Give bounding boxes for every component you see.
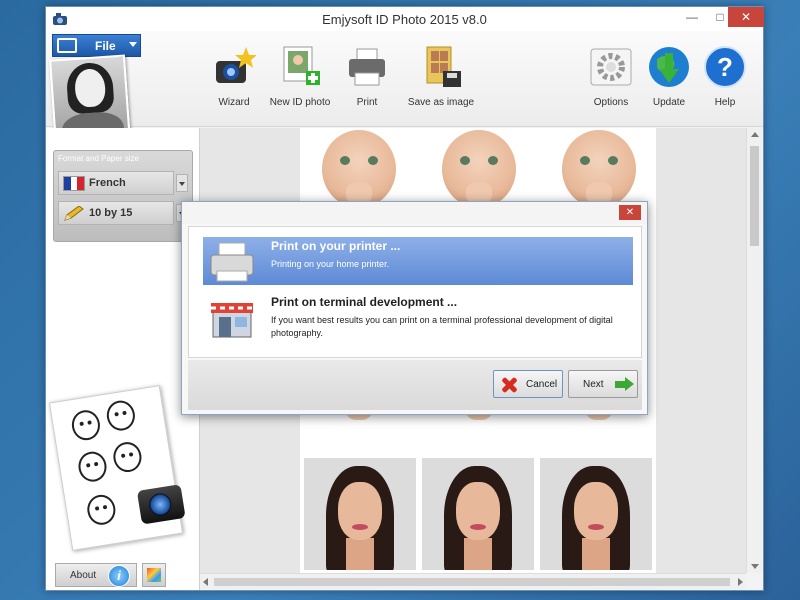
cancel-label: Cancel (526, 379, 558, 390)
paper-size-value: 10 by 15 (89, 207, 133, 219)
wizard-camera-icon (216, 47, 257, 83)
printer-icon (349, 48, 385, 86)
next-label: Next (583, 379, 604, 390)
woman-photo (304, 458, 416, 570)
print-button[interactable]: Print (332, 45, 402, 108)
about-button[interactable]: About i (55, 563, 137, 587)
format-panel-title: Format and Paper size (58, 154, 139, 163)
file-icon (57, 38, 77, 53)
cartoon-face (69, 408, 103, 443)
scroll-thumb[interactable] (750, 146, 759, 246)
woman-photo (422, 458, 534, 570)
id-photo-illustration (48, 385, 186, 551)
color-palette-button[interactable] (142, 563, 166, 587)
woman-photo (540, 458, 652, 570)
file-menu-label: File (95, 39, 116, 53)
baby-photo (552, 130, 646, 206)
scroll-right-icon[interactable] (738, 578, 743, 586)
dialog-close-button[interactable]: ✕ (619, 205, 641, 220)
print-option-home-printer[interactable]: Print on your printer ... Printing on yo… (203, 237, 633, 285)
cancel-button[interactable]: Cancel (493, 370, 563, 398)
gear-icon (590, 48, 632, 86)
new-id-photo-label: New ID photo (269, 97, 331, 108)
horizontal-scrollbar[interactable] (200, 573, 746, 589)
arrow-right-icon (615, 377, 635, 392)
help-button[interactable]: ? Help (690, 45, 760, 108)
file-menu-button[interactable]: File (52, 34, 141, 57)
svg-text:?: ? (717, 52, 733, 82)
print-option-description: If you want best results you can print o… (271, 315, 613, 338)
window-title: Emjysoft ID Photo 2015 v8.0 (322, 12, 487, 27)
print-option-title: Print on your printer ... (271, 239, 401, 253)
left-sidebar: Format and Paper size French 10 by 15 Ab… (46, 128, 200, 590)
scroll-up-icon[interactable] (751, 132, 759, 137)
scroll-thumb[interactable] (214, 578, 730, 586)
cartoon-face (76, 449, 109, 484)
country-select-value: French (89, 177, 126, 189)
country-select[interactable]: French (58, 171, 174, 195)
cartoon-face (111, 440, 144, 475)
minimize-button[interactable]: — (678, 7, 706, 27)
baby-photo (432, 130, 526, 206)
new-id-photo-button[interactable]: New ID photo (265, 45, 335, 108)
format-panel: Format and Paper size French 10 by 15 (53, 150, 193, 242)
baby-photo (312, 130, 406, 206)
about-label: About (70, 570, 97, 581)
new-photo-icon (283, 46, 320, 85)
scroll-left-icon[interactable] (203, 578, 208, 586)
help-icon: ? (704, 46, 746, 88)
french-flag-icon (63, 176, 85, 191)
home-printer-icon (210, 242, 254, 282)
chevron-down-icon (129, 42, 137, 47)
save-image-icon (426, 46, 461, 87)
pencil-icon (64, 206, 84, 221)
print-option-description: Printing on your home printer. (271, 259, 390, 269)
close-button[interactable]: ✕ (728, 7, 764, 27)
print-label: Print (356, 97, 378, 108)
palette-icon (147, 568, 161, 582)
globe-update-icon (649, 47, 689, 87)
info-icon: i (108, 565, 130, 587)
shop-icon (211, 303, 253, 338)
camera-icon (136, 484, 186, 525)
vertical-scrollbar[interactable] (746, 128, 762, 573)
save-as-image-button[interactable]: Save as image (406, 45, 476, 108)
dialog-footer: Cancel Next (188, 360, 642, 410)
cartoon-face (85, 492, 118, 527)
cancel-x-icon (500, 376, 518, 394)
save-as-image-label: Save as image (407, 97, 475, 108)
country-dropdown-button[interactable] (176, 174, 188, 192)
paper-size-select[interactable]: 10 by 15 (58, 201, 174, 225)
print-option-title: Print on terminal development ... (271, 295, 458, 309)
toolbar: File Wizard New ID photo Print Save as i… (46, 31, 763, 148)
cartoon-face (104, 398, 138, 433)
wizard-label: Wizard (218, 97, 250, 108)
wizard-button[interactable]: Wizard (199, 45, 269, 108)
next-button[interactable]: Next (568, 370, 638, 398)
title-bar: Emjysoft ID Photo 2015 v8.0 — □ ✕ (46, 7, 764, 31)
scroll-down-icon[interactable] (751, 564, 759, 569)
print-dialog: ✕ Print on your printer ... Printing on … (181, 201, 648, 415)
print-options-list: Print on your printer ... Printing on yo… (188, 226, 642, 358)
print-option-terminal[interactable]: Print on terminal development ... If you… (203, 293, 633, 341)
dialog-title-bar: ✕ (182, 202, 647, 224)
help-label: Help (714, 97, 736, 108)
